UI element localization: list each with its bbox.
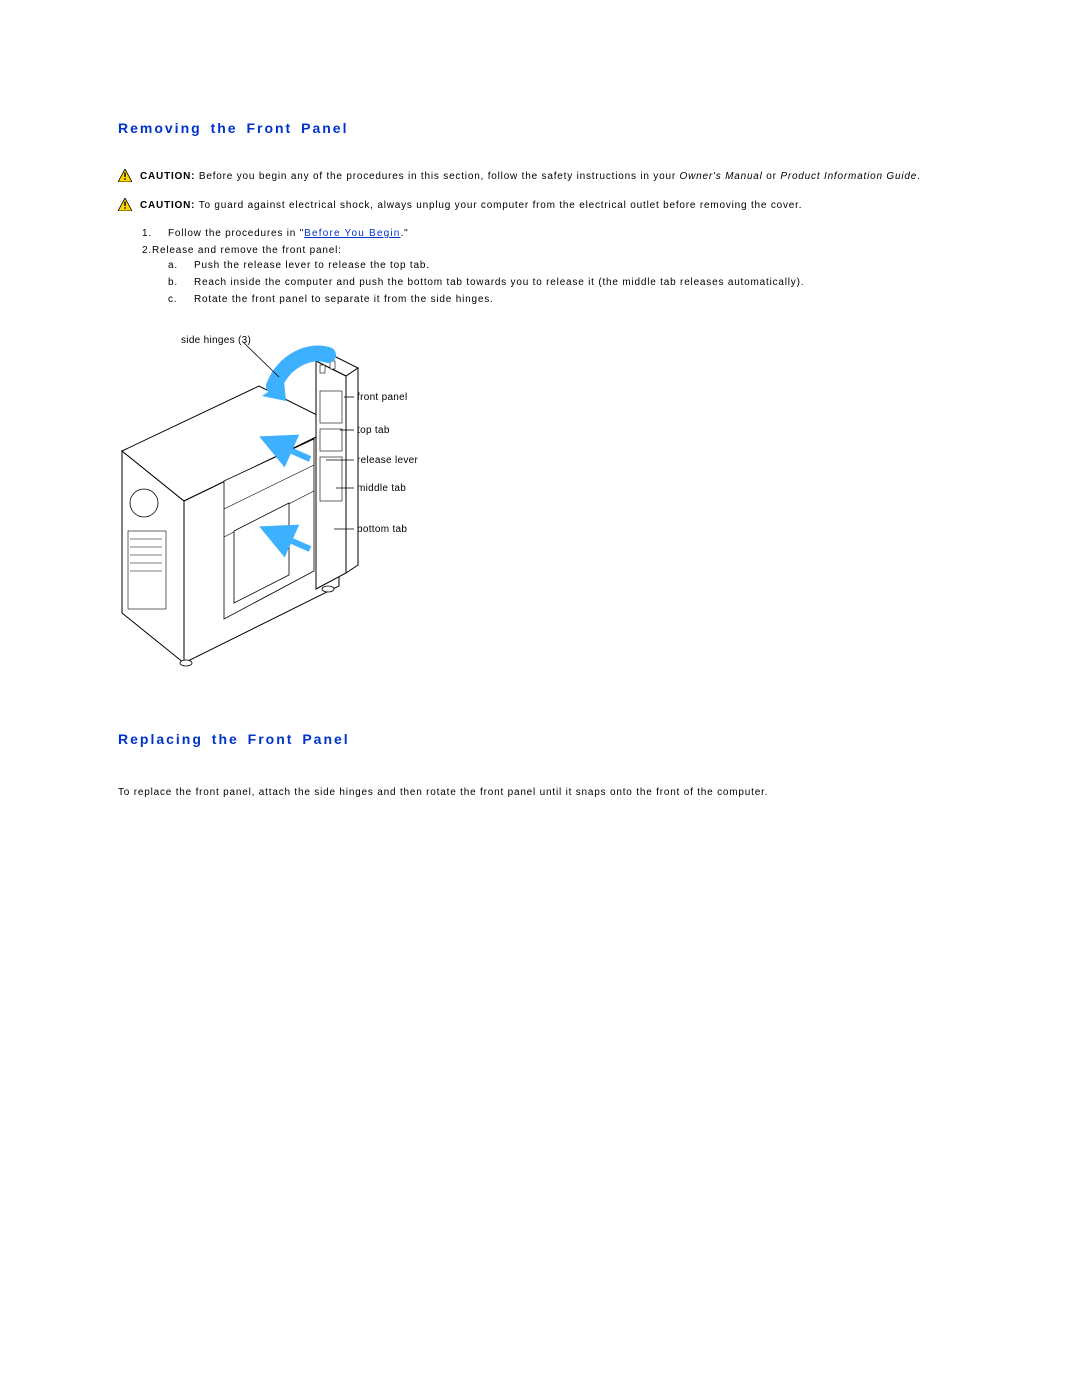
step-2-text: Release and remove the front panel: [152, 245, 342, 256]
front-panel-figure: side hinges (3) front panel top tab rele… [114, 331, 444, 671]
substep-letter: b. [168, 277, 194, 288]
heading-replacing-front-panel: Replacing the Front Panel [118, 731, 970, 747]
substep-a-text: Push the release lever to release the to… [194, 260, 430, 271]
caution-mid-text: or [763, 171, 781, 182]
heading-removing-front-panel: Removing the Front Panel [118, 120, 970, 136]
substep-a: a. Push the release lever to release the… [168, 260, 970, 271]
caution-body-text: To guard against electrical shock, alway… [195, 200, 802, 211]
caution-label: CAUTION: [140, 200, 195, 211]
substep-b-text: Reach inside the computer and push the b… [194, 277, 804, 288]
substeps-list: a. Push the release lever to release the… [142, 260, 970, 305]
warning-icon [118, 169, 132, 185]
step-1: 1. Follow the procedures in "Before You … [142, 228, 970, 239]
substep-c: c. Rotate the front panel to separate it… [168, 294, 970, 305]
replacing-body-text: To replace the front panel, attach the s… [118, 785, 970, 800]
caution-label: CAUTION: [140, 171, 195, 182]
caution-text-1: CAUTION: Before you begin any of the pro… [140, 170, 970, 184]
caution-row-2: CAUTION: To guard against electrical sho… [118, 199, 970, 214]
computer-chassis-illustration [114, 331, 444, 671]
substep-c-text: Rotate the front panel to separate it fr… [194, 294, 494, 305]
substep-letter: c. [168, 294, 194, 305]
caution-row-1: CAUTION: Before you begin any of the pro… [118, 170, 970, 185]
caution-body-text: Before you begin any of the procedures i… [195, 171, 679, 182]
substep-letter: a. [168, 260, 194, 271]
step-1-text: Follow the procedures in "Before You Beg… [168, 228, 409, 239]
step-1-pre: Follow the procedures in " [168, 228, 304, 239]
caution-after-text: . [917, 171, 921, 182]
step-number: 2. [142, 245, 152, 256]
italic-product-info-guide: Product Information Guide [780, 171, 917, 182]
caution-text-2: CAUTION: To guard against electrical sho… [140, 199, 970, 213]
step-1-post: ." [401, 228, 409, 239]
italic-owners-manual: Owner's Manual [680, 171, 763, 182]
step-2: 2. Release and remove the front panel: a… [142, 245, 970, 305]
steps-list: 1. Follow the procedures in "Before You … [118, 228, 970, 305]
warning-icon [118, 198, 132, 214]
link-before-you-begin[interactable]: Before You Begin [304, 228, 401, 239]
document-page: Removing the Front Panel CAUTION: Before… [0, 0, 1080, 870]
substep-b: b. Reach inside the computer and push th… [168, 277, 970, 288]
step-number: 1. [142, 228, 168, 239]
